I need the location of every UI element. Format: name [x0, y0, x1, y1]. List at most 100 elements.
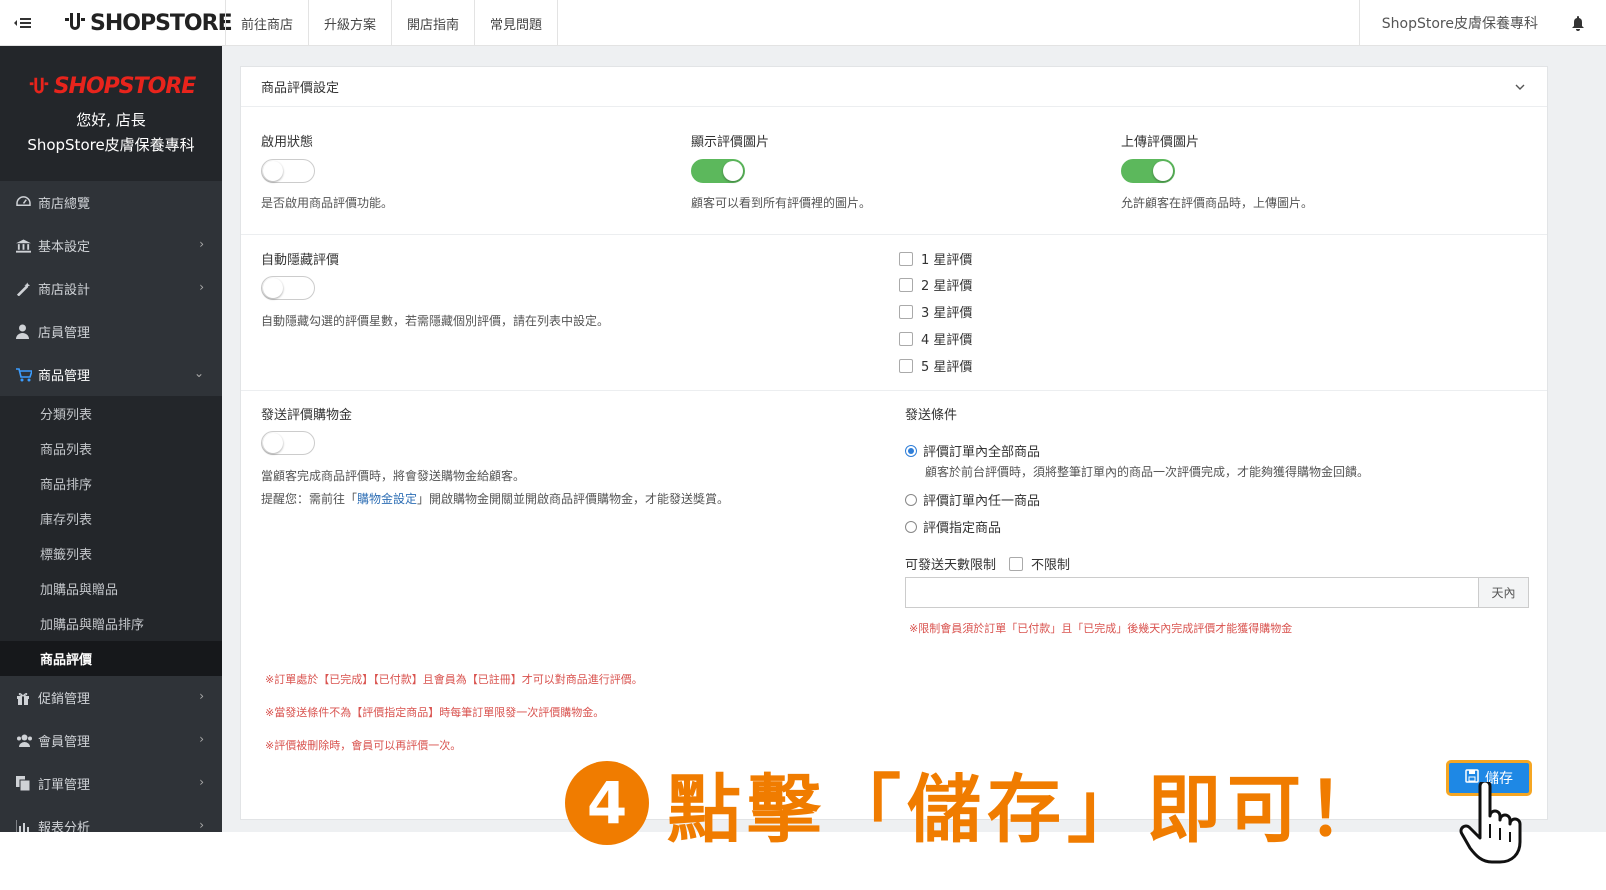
checkbox-box[interactable] [899, 331, 913, 346]
store-name-menu[interactable]: ShopStore皮膚保養專科 [1360, 13, 1560, 33]
star-2-checkbox[interactable]: 2 星評價 [899, 275, 972, 294]
star-5-checkbox[interactable]: 5 星評價 [899, 356, 972, 375]
reminder-prefix: 提醒您：需前往「 [261, 492, 358, 506]
star-4-checkbox[interactable]: 4 星評價 [899, 329, 972, 348]
sidebar-item-store-design[interactable]: 商店設計 › [0, 267, 222, 310]
upload-images-help: 允許顧客在評價商品時，上傳圖片。 [1121, 196, 1314, 210]
greeting: 您好, 店長 [76, 111, 146, 129]
logo-mark-icon [29, 77, 48, 93]
condition-any-radio[interactable]: 評價訂單內任一商品 [905, 490, 1040, 509]
days-limit-label: 可發送天數限制 [905, 558, 997, 573]
logo-mark-icon [65, 13, 85, 30]
condition-label: 發送條件 [905, 408, 958, 423]
sidebar-item-members[interactable]: 會員管理 › [0, 719, 222, 762]
footer-note-1: ※訂單處於【已完成】【已付款】且會員為【已註冊】才可以對商品進行評價。 [265, 673, 643, 686]
condition-specific-radio[interactable]: 評價指定商品 [905, 517, 1001, 536]
sidebar-subitem-reviews[interactable]: 商品評價 [0, 641, 222, 676]
sidebar-item-promotions[interactable]: 促銷管理 › [0, 676, 222, 719]
days-suffix: 天內 [1478, 578, 1528, 607]
checkbox-box[interactable] [899, 251, 913, 266]
nav-go-to-store[interactable]: 前往商店 [226, 0, 310, 46]
nav-faq[interactable]: 常見問題 [475, 0, 559, 46]
top-right: ShopStore皮膚保養專科 [1358, 0, 1606, 46]
sidebar-item-reports[interactable]: 報表分析 › [0, 805, 222, 832]
radio-dot[interactable] [905, 520, 917, 533]
chevron-right-icon: › [199, 689, 204, 703]
sidebar-subitem-product-list[interactable]: 商品列表 [0, 431, 222, 466]
sidebar-item-label: 商店設計 [38, 283, 91, 298]
enable-label: 啟用狀態 [261, 135, 314, 150]
chevron-right-icon: › [199, 818, 204, 832]
chevron-down-icon: ⌄ [193, 366, 204, 380]
checkbox-box[interactable] [899, 304, 913, 319]
checkbox-box[interactable] [899, 358, 913, 373]
brand-name: SHOPSTORE [90, 10, 233, 36]
chevron-right-icon: › [199, 280, 204, 294]
chevron-down-icon[interactable] [1515, 80, 1525, 95]
sidebar-item-dashboard[interactable]: 商店總覽 [0, 181, 222, 224]
condition-all-desc: 顧客於前台評價時，須將整筆訂單內的商品一次評價完成，才能夠獲得購物金回饋。 [925, 465, 1370, 479]
show-images-help: 顧客可以看到所有評價裡的圖片。 [691, 196, 872, 210]
unlimited-checkbox[interactable]: 不限制 [1009, 554, 1070, 573]
sidebar-item-basic-settings[interactable]: 基本設定 › [0, 224, 222, 267]
condition-any-label: 評價訂單內任一商品 [923, 494, 1041, 509]
upload-images-toggle[interactable] [1121, 159, 1175, 183]
footer-note-3: ※評價被刪除時，會員可以再評價一次。 [265, 739, 462, 752]
card-header[interactable]: 商品評價設定 [241, 67, 1547, 107]
checkbox-box[interactable] [1009, 556, 1023, 571]
main-content: 商品評價設定 啟用狀態 是否啟用商品評價功能。 顯示評價圖片 顧客可以看到所有評… [222, 46, 1606, 832]
condition-specific-label: 評價指定商品 [923, 521, 1002, 536]
sidebar-subitem-addons-gifts-sort[interactable]: 加購品與贈品排序 [0, 606, 222, 641]
reward-reminder: 提醒您：需前往「購物金設定」開啟購物金開關並開啟商品評價購物金，才能發送獎賞。 [261, 490, 729, 507]
section-general: 啟用狀態 是否啟用商品評價功能。 顯示評價圖片 顧客可以看到所有評價裡的圖片。 … [241, 107, 1547, 235]
checkbox-box[interactable] [899, 277, 913, 292]
brand-logo[interactable]: SHOPSTORE [62, 8, 233, 38]
wallet-settings-link[interactable]: 購物金設定 [357, 492, 417, 506]
sidebar-item-orders[interactable]: 訂單管理 › [0, 762, 222, 805]
days-note: ※限制會員須於訂單「已付款」且「已完成」後幾天內完成評價才能獲得購物金 [909, 622, 1293, 635]
bell-icon[interactable] [1560, 15, 1596, 31]
dashboard-icon [16, 196, 38, 209]
star-1-checkbox[interactable]: 1 星評價 [899, 249, 972, 268]
nav-upgrade-plan[interactable]: 升級方案 [309, 0, 393, 46]
radio-dot[interactable] [905, 493, 917, 506]
nav-store-guide[interactable]: 開店指南 [392, 0, 476, 46]
star-3-label: 3 星評價 [921, 306, 973, 321]
auto-hide-toggle[interactable] [261, 276, 315, 300]
magic-wand-icon [16, 281, 38, 296]
show-images-toggle[interactable] [691, 159, 745, 183]
enable-toggle[interactable] [261, 159, 315, 183]
condition-all-radio[interactable]: 評價訂單內全部商品 [905, 441, 1040, 460]
sidebar-subitem-addons-gifts[interactable]: 加購品與贈品 [0, 571, 222, 606]
footer-note-2: ※當發送條件不為【評價指定商品】時每筆訂單限發一次評價購物金。 [265, 706, 605, 719]
star-5-label: 5 星評價 [921, 360, 973, 375]
sidebar-item-label: 店員管理 [38, 326, 91, 341]
sidebar-item-label: 商品管理 [38, 369, 91, 384]
sidebar-subitem-tags[interactable]: 標籤列表 [0, 536, 222, 571]
sidebar-subitem-product-sort[interactable]: 商品排序 [0, 466, 222, 501]
chevron-right-icon: › [199, 775, 204, 789]
sidebar-item-staff[interactable]: 店員管理 [0, 310, 222, 353]
chevron-right-icon: › [199, 237, 204, 251]
sidebar-store-name: ShopStore皮膚保養專科 [27, 136, 195, 154]
sidebar-item-products[interactable]: 商品管理 ⌄ [0, 353, 222, 396]
sidebar-item-label: 訂單管理 [38, 778, 91, 793]
sidebar-subitem-categories[interactable]: 分類列表 [0, 396, 222, 431]
users-icon [16, 734, 38, 747]
top-nav: 前往商店 升級方案 開店指南 常見問題 [225, 0, 559, 46]
sidebar-logo[interactable]: SHOPSTORE [0, 74, 222, 99]
review-settings-card: 商品評價設定 啟用狀態 是否啟用商品評價功能。 顯示評價圖片 顧客可以看到所有評… [240, 66, 1548, 820]
days-input[interactable] [906, 578, 1478, 607]
auto-hide-help: 自動隱藏勾選的評價星數，若需隱藏個別評價，請在列表中設定。 [261, 314, 610, 328]
upload-images-label: 上傳評價圖片 [1121, 135, 1200, 150]
sidebar-submenu-products: 分類列表 商品列表 商品排序 庫存列表 標籤列表 加購品與贈品 加購品與贈品排序… [0, 396, 222, 676]
reward-toggle[interactable] [261, 431, 315, 455]
star-3-checkbox[interactable]: 3 星評價 [899, 302, 972, 321]
menu-collapse-icon[interactable] [0, 0, 46, 46]
sidebar: SHOPSTORE 您好, 店長 ShopStore皮膚保養專科 商店總覽 基本… [0, 46, 222, 832]
section-auto-hide: 自動隱藏評價 自動隱藏勾選的評價星數，若需隱藏個別評價，請在列表中設定。 1 星… [241, 235, 1547, 391]
sidebar-header: SHOPSTORE 您好, 店長 ShopStore皮膚保養專科 [0, 46, 222, 181]
sidebar-subitem-inventory[interactable]: 庫存列表 [0, 501, 222, 536]
radio-dot[interactable] [905, 444, 917, 457]
gift-icon [16, 691, 38, 705]
